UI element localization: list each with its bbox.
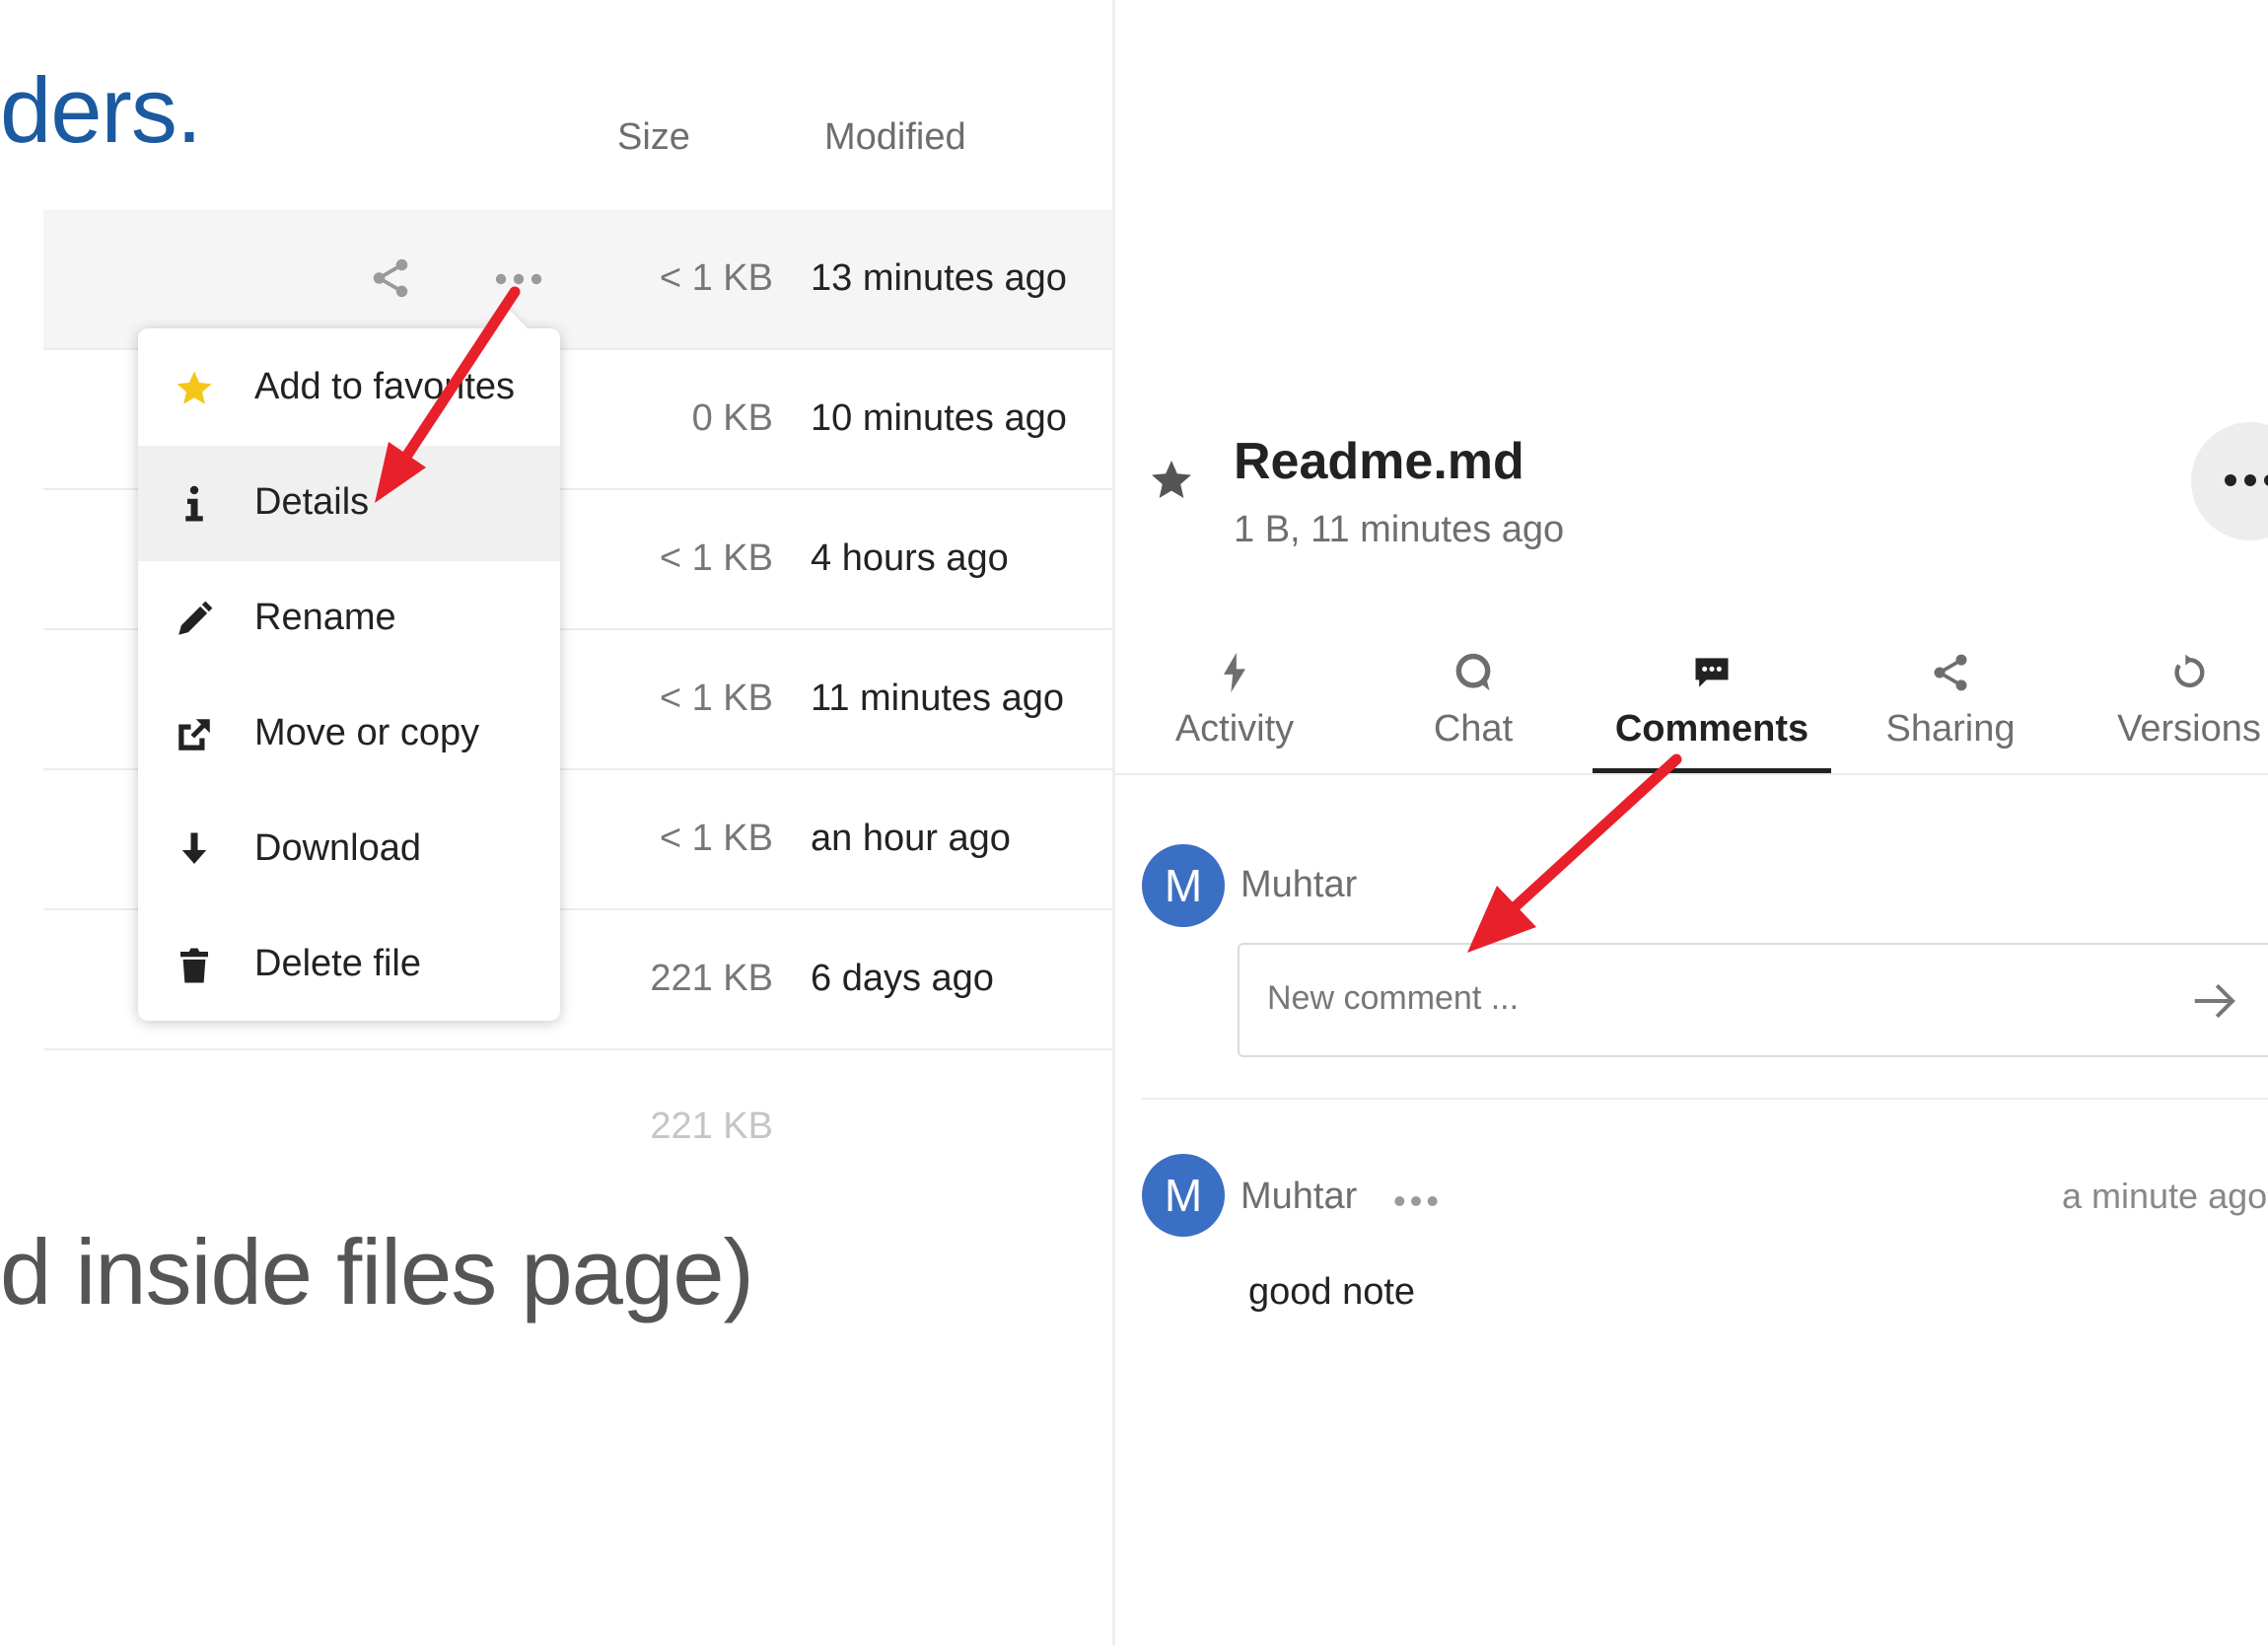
trash-icon [180,948,208,983]
tabs-divider [1115,773,2268,775]
share-icon [1934,654,1967,691]
new-comment-input[interactable] [1267,974,2115,1022]
menu-item-label: Move or copy [254,712,480,753]
file-size: < 1 KB [659,818,773,859]
pencil-icon [178,601,213,635]
tab-label: Sharing [1885,708,2016,750]
comment-author: Muhtar [1240,1176,1358,1217]
new-comment-box [1238,943,2268,1057]
menu-item-label: Delete file [254,943,421,984]
tab-label: Versions [2117,708,2261,750]
file-modified: 13 minutes ago [811,257,1067,299]
page-heading-fragment: ders. [0,58,202,162]
column-header-modified[interactable]: Modified [824,116,966,159]
tab-label: Chat [1433,708,1514,750]
more-actions-icon[interactable] [489,261,548,297]
page-note-fragment: d inside files page) [0,1220,754,1323]
tab-label: Activity [1174,708,1295,750]
favorite-star-icon[interactable] [1148,457,1195,504]
menu-item-details[interactable]: Details [138,446,560,561]
tab-versions[interactable]: Versions [2070,651,2268,773]
comment-separator [1142,1098,2268,1100]
menu-item-label: Download [254,827,421,869]
menu-item-label: Rename [254,597,396,638]
file-modified: 11 minutes ago [811,678,1065,719]
files-panel: ders. Size Modified < 1 KB 13 minutes ag… [0,0,1112,1645]
comment-author: Muhtar [1240,864,1358,905]
sidebar-more-button[interactable] [2191,422,2268,540]
menu-item-rename[interactable]: Rename [138,561,560,677]
file-modified: 6 days ago [811,958,994,999]
menu-item-delete-file[interactable]: Delete file [138,907,560,1023]
info-icon [185,485,203,522]
file-size: < 1 KB [659,537,773,579]
download-icon [181,832,207,864]
column-header-size[interactable]: Size [617,116,690,159]
tab-label: Comments [1614,708,1809,750]
menu-item-add-to-favorites[interactable]: Add to favorites [138,330,560,446]
send-arrow-icon[interactable] [2188,974,2241,1028]
avatar: M [1142,1154,1225,1237]
share-icon[interactable] [368,255,413,301]
total-size: 221 KB [650,1106,773,1147]
external-link-icon [178,719,210,751]
star-icon [177,371,212,404]
lightning-icon [1224,652,1245,693]
file-context-menu: Add to favorites Details Rename Move or … [138,328,560,1021]
menu-item-label: Details [254,481,370,523]
comment-icon [1695,658,1729,687]
file-size: < 1 KB [659,257,773,299]
tab-sharing[interactable]: Sharing [1831,651,2070,773]
file-size: < 1 KB [659,678,773,719]
file-size: 0 KB [691,397,773,439]
menu-item-move-or-copy[interactable]: Move or copy [138,677,560,792]
file-name: Readme.md [1234,433,1524,490]
menu-item-label: Add to favorites [254,366,516,407]
tab-activity[interactable]: Activity [1115,651,1354,773]
tab-comments[interactable]: Comments [1593,651,1831,773]
avatar: M [1142,844,1225,927]
more-actions-icon [2225,474,2268,486]
comment-timestamp: a minute ago [2062,1176,2268,1216]
tab-chat[interactable]: Chat [1354,651,1593,773]
history-icon [2174,654,2205,688]
menu-item-download[interactable]: Download [138,792,560,907]
details-sidebar: Readme.md 1 B, 11 minutes ago Activity C… [1115,0,2268,1645]
comment-text: good note [1248,1271,1416,1313]
file-list-summary: 221 KB [43,1050,1112,1188]
comment-actions-icon[interactable] [1391,1189,1441,1213]
file-size: 221 KB [650,958,773,999]
file-meta: 1 B, 11 minutes ago [1234,509,1565,550]
chat-icon [1455,653,1491,691]
file-modified: 10 minutes ago [811,397,1067,439]
file-modified: an hour ago [811,818,1011,859]
file-modified: 4 hours ago [811,537,1009,579]
